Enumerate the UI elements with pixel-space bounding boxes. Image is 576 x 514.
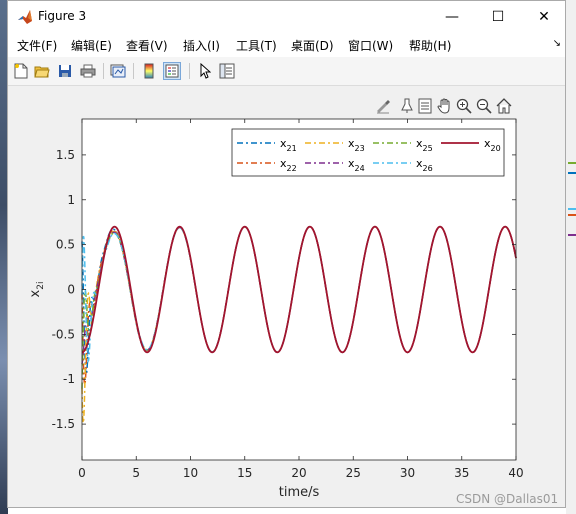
- property-inspector-icon[interactable]: [218, 62, 236, 80]
- link-plot-icon[interactable]: [109, 62, 127, 80]
- x-tick-label: 0: [78, 466, 86, 480]
- toolbar-separator: [103, 63, 104, 79]
- title-bar[interactable]: Figure 3 — ☐ ✕: [8, 1, 565, 32]
- x-tick-label: 35: [454, 466, 469, 480]
- x-tick-label: 5: [132, 466, 140, 480]
- figure-window: Figure 3 — ☐ ✕ 文件(F) 编辑(E) 查看(V) 插入(I) 工…: [7, 0, 566, 508]
- y-axis-label: x2i: [28, 282, 46, 298]
- maximize-button[interactable]: ☐: [475, 1, 521, 32]
- toolbar-separator: [189, 63, 190, 79]
- menu-view[interactable]: 查看(V): [126, 37, 168, 54]
- background-line-green: [568, 162, 576, 164]
- background-line-purple: [568, 234, 576, 236]
- menu-edit[interactable]: 编辑(E): [71, 37, 112, 54]
- x-tick-label: 40: [508, 466, 523, 480]
- menu-overflow-arrow-icon[interactable]: ↘: [553, 38, 561, 49]
- print-icon[interactable]: [79, 62, 97, 80]
- minimize-button[interactable]: —: [429, 1, 475, 32]
- y-tick-label: 0.5: [56, 238, 75, 252]
- x-tick-label: 15: [237, 466, 252, 480]
- menu-bar: 文件(F) 编辑(E) 查看(V) 插入(I) 工具(T) 桌面(D) 窗口(W…: [8, 32, 565, 57]
- menu-insert[interactable]: 插入(I): [183, 37, 220, 54]
- open-file-icon[interactable]: [33, 62, 51, 80]
- menu-desktop[interactable]: 桌面(D): [291, 37, 334, 54]
- edit-plot-arrow-icon[interactable]: [196, 62, 214, 80]
- menu-file[interactable]: 文件(F): [17, 37, 57, 54]
- y-tick-label: -1: [63, 372, 75, 386]
- y-tick-label: -0.5: [52, 327, 75, 341]
- toolbar-separator: [133, 63, 134, 79]
- new-figure-icon[interactable]: [12, 62, 30, 80]
- window-title: Figure 3: [38, 9, 87, 23]
- background-line-cyan: [568, 208, 576, 210]
- x-tick-label: 20: [291, 466, 306, 480]
- figure-toolbar: [8, 57, 565, 86]
- background-line-orange: [568, 214, 576, 216]
- axes-plot[interactable]: 0 5 10 15 20 25 30 35 40 1.5 1 0.5 0 -0.5 -1 -1.5 time/…: [8, 87, 565, 507]
- legend-icon[interactable]: [163, 62, 181, 80]
- x-axis-label: time/s: [279, 485, 320, 500]
- x-tick-label: 25: [346, 466, 361, 480]
- save-icon[interactable]: [56, 62, 74, 80]
- colorbar-icon[interactable]: [140, 62, 158, 80]
- close-button[interactable]: ✕: [521, 1, 567, 32]
- x-tick-label: 30: [400, 466, 415, 480]
- menu-window[interactable]: 窗口(W): [348, 37, 393, 54]
- y-tick-label: 1.5: [56, 148, 75, 162]
- matlab-logo-icon: [17, 9, 33, 25]
- x-tick-label: 10: [183, 466, 198, 480]
- menu-help[interactable]: 帮助(H): [409, 37, 451, 54]
- legend-box: [231, 128, 505, 177]
- y-tick-label: 0: [67, 283, 75, 297]
- desktop-background-right: [566, 0, 576, 514]
- background-line-blue: [568, 172, 576, 174]
- watermark-text: CSDN @Dallas01: [456, 492, 559, 506]
- y-tick-label: 1: [67, 193, 75, 207]
- menu-tools[interactable]: 工具(T): [236, 37, 277, 54]
- y-tick-label: -1.5: [52, 417, 75, 431]
